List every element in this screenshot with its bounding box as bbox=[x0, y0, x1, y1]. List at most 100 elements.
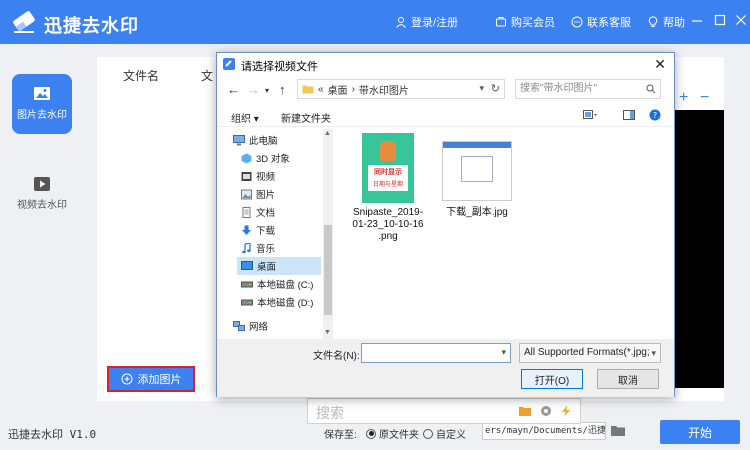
dialog-close-button[interactable]: ✕ bbox=[654, 56, 666, 73]
radio-custom-folder[interactable]: 自定义 bbox=[423, 426, 466, 441]
bulb-icon bbox=[648, 16, 658, 27]
preview-pane-icon[interactable] bbox=[623, 110, 635, 120]
scroll-down-icon[interactable]: ▼ bbox=[324, 329, 331, 336]
cube-icon bbox=[241, 153, 252, 163]
address-bar[interactable]: « 桌面 › 带水印图片 ▾ ↻ bbox=[297, 79, 505, 99]
computer-icon bbox=[233, 134, 245, 145]
cat-illustration bbox=[380, 141, 396, 161]
tree-item-music[interactable]: 音乐 bbox=[241, 239, 329, 257]
dialog-bottom-row: 文件名(N): ▾ All Supported Formats(*.jpg; ▾… bbox=[217, 339, 674, 397]
contact-support-label: 联系客服 bbox=[587, 17, 631, 29]
cancel-button[interactable]: 取消 bbox=[597, 369, 659, 389]
address-prefix: « bbox=[318, 83, 324, 95]
contact-support-button[interactable]: 联系客服 bbox=[571, 15, 631, 29]
dialog-nav-row: ← → ▾ ↑ « 桌面 › 带水印图片 ▾ ↻ 搜索"带水印图片" bbox=[217, 77, 674, 101]
close-icon[interactable] bbox=[734, 13, 748, 27]
tree-item-label: 本地磁盘 (D:) bbox=[257, 298, 314, 309]
version-label: 迅捷去水印 V1.0 bbox=[8, 428, 97, 441]
tree-item-drive-d[interactable]: 本地磁盘 (D:) bbox=[241, 293, 329, 311]
back-arrow-icon[interactable]: ← bbox=[227, 82, 240, 97]
save-to-label: 保存至: bbox=[324, 430, 357, 441]
tree-item-drive-c[interactable]: 本地磁盘 (C:) bbox=[241, 275, 329, 293]
picture-folder-icon bbox=[241, 189, 252, 199]
minimize-icon[interactable] bbox=[690, 13, 704, 27]
column-partial: 文 bbox=[201, 69, 214, 83]
dialog-search-placeholder: 搜索"带水印图片" bbox=[520, 83, 598, 94]
recent-chevron-icon[interactable]: ▾ bbox=[265, 86, 269, 95]
open-button[interactable]: 打开(O) bbox=[521, 369, 583, 389]
folder-icon[interactable] bbox=[518, 405, 532, 417]
file-type-select[interactable]: All Supported Formats(*.jpg; ▾ bbox=[519, 343, 661, 363]
up-arrow-icon[interactable]: ↑ bbox=[279, 82, 286, 97]
add-image-button[interactable]: 添加图片 bbox=[109, 368, 193, 390]
file-item-download-copy[interactable]: 下载_副本.jpg bbox=[431, 141, 523, 219]
chevron-down-icon[interactable]: ▾ bbox=[479, 83, 484, 94]
chevron-down-icon[interactable]: ▾ bbox=[501, 347, 506, 358]
plus-circle-icon bbox=[121, 373, 132, 385]
dialog-search-input[interactable]: 搜索"带水印图片" bbox=[515, 79, 661, 99]
zoom-in-button[interactable]: + bbox=[679, 89, 688, 107]
lightning-icon[interactable] bbox=[560, 405, 572, 417]
tree-item-downloads[interactable]: 下载 bbox=[241, 221, 329, 239]
dialog-titlebar: 请选择视频文件 ✕ bbox=[217, 53, 674, 75]
tree-item-label: 此电脑 bbox=[249, 136, 278, 147]
address-segment-desktop[interactable]: 桌面 bbox=[328, 82, 348, 97]
tree-item-desktop[interactable]: 桌面 bbox=[237, 257, 321, 275]
document-icon bbox=[242, 206, 251, 218]
maximize-icon[interactable] bbox=[713, 13, 727, 27]
settings-icon[interactable] bbox=[540, 405, 552, 417]
file-name-line: 下载_副本.jpg bbox=[446, 207, 508, 218]
forward-arrow-icon[interactable]: → bbox=[247, 82, 260, 97]
refresh-icon[interactable]: ↻ bbox=[491, 82, 500, 95]
tree-item-label: 文档 bbox=[256, 208, 276, 219]
sidebar-item-label: 图片去水印 bbox=[17, 110, 67, 121]
buy-vip-label: 购买会员 bbox=[511, 17, 555, 29]
sidebar-item-video-watermark[interactable]: 视频去水印 bbox=[12, 164, 72, 224]
login-button[interactable]: 登录/注册 bbox=[395, 15, 458, 29]
tree-item-label: 下载 bbox=[256, 226, 276, 237]
thumbnail-box bbox=[461, 156, 493, 182]
radio-dot bbox=[366, 428, 376, 439]
sidebar-item-image-watermark[interactable]: 图片去水印 bbox=[12, 74, 72, 134]
drive-icon bbox=[241, 281, 253, 288]
download-icon bbox=[242, 225, 251, 235]
start-button[interactable]: 开始 bbox=[660, 420, 740, 444]
tree-item-label: 音乐 bbox=[256, 244, 276, 255]
dialog-title: 请选择视频文件 bbox=[241, 61, 318, 73]
radio-label: 原文件夹 bbox=[379, 430, 419, 441]
dialog-toolbar: 组织 ▾ 新建文件夹 ? bbox=[217, 105, 674, 127]
filename-input[interactable]: ▾ bbox=[361, 343, 511, 363]
sidebar: 图片去水印 视频去水印 bbox=[0, 44, 84, 416]
tree-item-network[interactable]: 网络 bbox=[233, 317, 321, 335]
column-filename: 文件名 bbox=[123, 69, 160, 83]
add-image-label: 添加图片 bbox=[137, 374, 182, 386]
tree-item-videos[interactable]: 视频 bbox=[241, 167, 329, 185]
organize-button[interactable]: 组织 ▾ bbox=[231, 110, 259, 125]
zoom-out-button[interactable]: − bbox=[700, 89, 709, 107]
scroll-thumb[interactable] bbox=[324, 225, 332, 315]
view-mode-icon[interactable] bbox=[583, 110, 597, 120]
svg-text:?: ? bbox=[653, 111, 657, 120]
help-icon[interactable]: ? bbox=[649, 109, 661, 121]
search-icon bbox=[646, 84, 656, 94]
radio-original-folder[interactable]: 原文件夹 bbox=[366, 426, 419, 441]
app-header: 迅捷去水印 登录/注册 购买会员 联系客服 帮助 bbox=[0, 0, 750, 44]
output-path-field[interactable]: ers/mayn/Documents/迅捷去水印 bbox=[482, 422, 606, 440]
video-folder-icon bbox=[241, 171, 252, 181]
music-icon bbox=[242, 242, 251, 253]
file-item-snipaste[interactable]: 同时显示 日期与星期 Snipaste_2019- 01-23_10-10-16… bbox=[349, 133, 427, 243]
help-button[interactable]: 帮助 bbox=[647, 15, 685, 29]
address-segment-folder[interactable]: 带水印图片 bbox=[359, 82, 409, 97]
app-small-icon bbox=[223, 58, 235, 70]
eraser-logo-icon bbox=[13, 11, 35, 33]
tree-scrollbar[interactable]: ▲ ▼ bbox=[323, 129, 333, 339]
tree-item-this-pc[interactable]: 此电脑 bbox=[233, 131, 321, 149]
search-popup-placeholder[interactable]: 搜索 bbox=[316, 403, 344, 423]
scroll-up-icon[interactable]: ▲ bbox=[324, 130, 331, 137]
folder-icon[interactable] bbox=[610, 423, 626, 437]
tree-item-3d-objects[interactable]: 3D 对象 bbox=[241, 149, 329, 167]
tree-item-documents[interactable]: 文档 bbox=[241, 203, 329, 221]
new-folder-button[interactable]: 新建文件夹 bbox=[281, 110, 331, 125]
tree-item-pictures[interactable]: 图片 bbox=[241, 185, 329, 203]
buy-vip-button[interactable]: 购买会员 bbox=[495, 15, 555, 29]
